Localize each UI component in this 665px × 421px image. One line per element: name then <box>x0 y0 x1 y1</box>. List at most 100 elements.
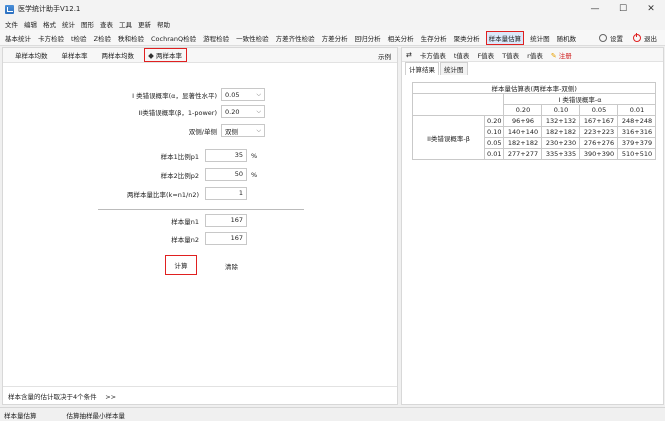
tool-homogeneity[interactable]: 方差齐性检验 <box>275 31 316 45</box>
tab-stat-chart[interactable]: 统计图 <box>440 62 468 75</box>
maximize-button[interactable]: ☐ <box>609 0 637 18</box>
table-cell: 182+182 <box>503 137 543 149</box>
tab-two-rates[interactable]: 两样本率 <box>144 48 187 62</box>
tool-regression[interactable]: 回归分析 <box>354 31 382 45</box>
window-controls: — ☐ ✕ <box>581 0 665 18</box>
p1-label: 样本1比例p1 <box>160 152 199 161</box>
tab-calc-result[interactable]: 计算结果 <box>405 62 439 75</box>
tool-stat-chart[interactable]: 统计图 <box>529 31 551 45</box>
table-title: 样本量估算表(两样本率-双侧) <box>411 82 657 94</box>
alpha-row: I 类错误概率(α，显著性水平) 0.05 ⌵ <box>99 88 265 101</box>
table-cell: 167+167 <box>579 115 619 127</box>
swap-icon[interactable]: ⇄ <box>406 51 412 59</box>
chevron-down-icon: ⌵ <box>256 126 261 134</box>
menu-format[interactable]: 格式 <box>43 19 56 29</box>
tab-two-rates-label: 两样本率 <box>156 52 182 60</box>
beta-label: II类错误概率(β，1-power) <box>138 108 217 117</box>
tab-two-means[interactable]: 两样本均数 <box>102 50 135 60</box>
ratio-input[interactable]: 1 <box>205 187 247 200</box>
menu-bar: 文件 编辑 格式 统计 图形 查表 工具 更新 帮助 <box>0 18 665 30</box>
table-cell: 379+379 <box>617 137 657 149</box>
tab-f-table[interactable]: F值表 <box>477 50 494 60</box>
alpha-col-header: 0.01 <box>617 104 657 116</box>
footer-note[interactable]: 样本含量的估计取决于4个条件 >> <box>3 386 397 404</box>
tab-r-table[interactable]: r值表 <box>527 50 543 60</box>
table-cell: 316+316 <box>617 126 657 138</box>
menu-tools[interactable]: 工具 <box>119 19 132 29</box>
sides-row: 双侧/单侧 双侧 ⌵ <box>99 124 265 137</box>
calculate-button[interactable]: 计算 <box>165 255 197 275</box>
beta-header: II类错误概率-β <box>412 115 485 160</box>
tool-random-number[interactable]: 随机数 <box>556 31 578 45</box>
tab-T-table[interactable]: T值表 <box>502 50 519 60</box>
tool-correlation[interactable]: 相关分析 <box>387 31 415 45</box>
n1-row: 样本量n1 167 <box>99 214 247 227</box>
tool-basic-stats[interactable]: 基本统计 <box>4 31 32 45</box>
window-title: 医学统计助手V12.1 <box>18 5 81 13</box>
tab-single-mean[interactable]: 单样本均数 <box>15 50 48 60</box>
beta-row: II类错误概率(β，1-power) 0.20 ⌵ <box>99 105 265 118</box>
module-toolbar: 基本统计 卡方检验 t检验 Z检验 秩和检验 CochranQ检验 游程检验 一… <box>0 30 665 46</box>
tab-t-table[interactable]: t值表 <box>454 50 470 60</box>
table-row: II类错误概率-β 0.20 96+96 132+132 167+167 248… <box>412 115 657 160</box>
active-diamond-icon <box>148 53 154 59</box>
result-pane: ⇄ 卡方值表 t值表 F值表 T值表 r值表 ✎ 注册 计算结果 统计图 样本量估… <box>401 47 664 405</box>
table-cell: 182+182 <box>541 126 581 138</box>
sample-size-table: 样本量估算表(两样本率-双侧) I 类错误概率-α 0.20 0.10 0.05… <box>411 82 657 160</box>
beta-row-header: 0.01 <box>483 148 505 160</box>
tool-survival[interactable]: 生存分析 <box>420 31 448 45</box>
p2-input[interactable]: 50 <box>205 168 247 181</box>
status-description: 估算抽样最小样本量 <box>66 411 126 420</box>
beta-select[interactable]: 0.20 ⌵ <box>221 105 265 118</box>
tool-sample-size[interactable]: 样本量估算 <box>485 30 525 45</box>
menu-statistics[interactable]: 统计 <box>62 19 75 29</box>
table-cell: 277+277 <box>503 148 543 160</box>
tool-t-test[interactable]: t检验 <box>70 31 88 45</box>
beta-row-header: 0.10 <box>483 126 505 138</box>
p1-input[interactable]: 35 <box>205 149 247 162</box>
table-cell: 335+335 <box>541 148 581 160</box>
alpha-select[interactable]: 0.05 ⌵ <box>221 88 265 101</box>
sides-select[interactable]: 双侧 ⌵ <box>221 124 265 137</box>
minimize-button[interactable]: — <box>581 0 609 18</box>
gear-icon <box>599 34 607 42</box>
exit-button[interactable]: 退出 <box>633 33 657 43</box>
p2-unit: % <box>251 170 258 179</box>
alpha-col-header: 0.05 <box>579 104 619 116</box>
tool-rank-sum[interactable]: 秩和检验 <box>117 31 145 45</box>
tool-runs-test[interactable]: 游程检验 <box>202 31 230 45</box>
table-cell: 248+248 <box>617 115 657 127</box>
menu-help[interactable]: 帮助 <box>157 19 170 29</box>
tab-single-rate[interactable]: 单样本率 <box>62 50 88 60</box>
chevron-down-icon: ⌵ <box>256 90 261 98</box>
status-module: 样本量估算 <box>4 411 37 420</box>
alpha-header: I 类错误概率-α <box>503 93 657 105</box>
ratio-row: 两样本量比率(k=n1/n2) 1 <box>83 187 247 200</box>
app-chart-icon <box>5 4 14 14</box>
form-separator <box>98 209 304 210</box>
tool-chi-square[interactable]: 卡方检验 <box>37 31 65 45</box>
alpha-label: I 类错误概率(α，显著性水平) <box>132 91 217 100</box>
tool-agreement[interactable]: 一致性检验 <box>235 31 270 45</box>
menu-update[interactable]: 更新 <box>138 19 151 29</box>
menu-edit[interactable]: 编辑 <box>24 19 37 29</box>
beta-row-header: 0.20 <box>483 115 505 127</box>
table-cell: 223+223 <box>579 126 619 138</box>
example-link[interactable]: 示例 <box>378 51 391 61</box>
menu-file[interactable]: 文件 <box>5 19 18 29</box>
settings-button[interactable]: 设置 <box>599 33 623 43</box>
table-cell: 140+140 <box>503 126 543 138</box>
tab-chi-square-table[interactable]: 卡方值表 <box>420 50 446 60</box>
tool-z-test[interactable]: Z检验 <box>93 31 112 45</box>
register-link[interactable]: ✎ 注册 <box>551 50 572 60</box>
menu-lookup[interactable]: 查表 <box>100 19 113 29</box>
close-button[interactable]: ✕ <box>637 0 665 18</box>
tool-cluster[interactable]: 聚类分析 <box>453 31 481 45</box>
alpha-col-header: 0.20 <box>503 104 543 116</box>
tool-anova[interactable]: 方差分析 <box>321 31 349 45</box>
alpha-col-header: 0.10 <box>541 104 581 116</box>
tool-cochran-q[interactable]: CochranQ检验 <box>150 31 197 45</box>
clear-button[interactable]: 清除 <box>225 261 238 271</box>
menu-graph[interactable]: 图形 <box>81 19 94 29</box>
sample-type-tabs: 单样本均数 单样本率 两样本均数 两样本率 <box>3 48 397 63</box>
